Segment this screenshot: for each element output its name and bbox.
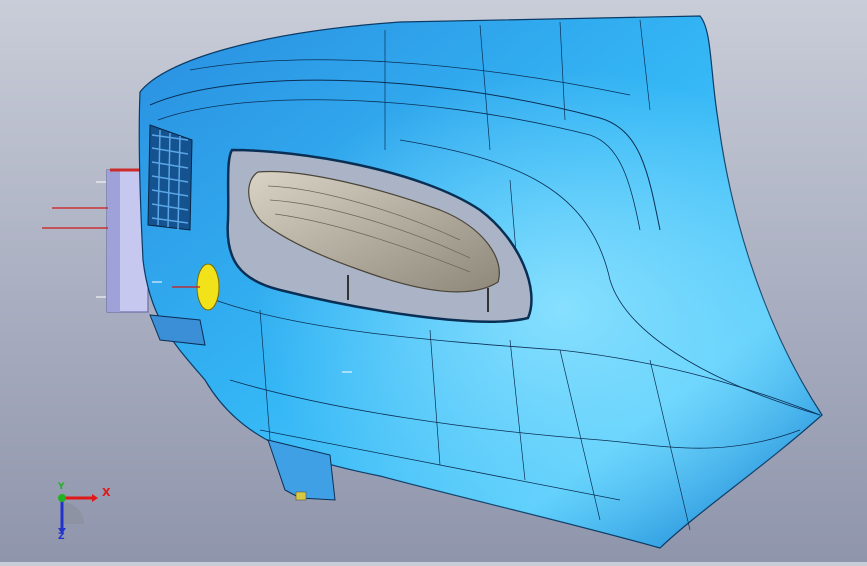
cad-3d-viewport[interactable]	[0, 0, 867, 562]
left-bracket[interactable]	[42, 168, 149, 313]
z-axis-label: Z	[58, 532, 65, 542]
coordinate-triad: X Y Z	[48, 478, 118, 548]
y-axis-dot	[58, 494, 66, 502]
x-axis-label: X	[102, 486, 111, 499]
y-axis-label: Y	[58, 482, 65, 492]
grille-mesh	[147, 124, 193, 231]
